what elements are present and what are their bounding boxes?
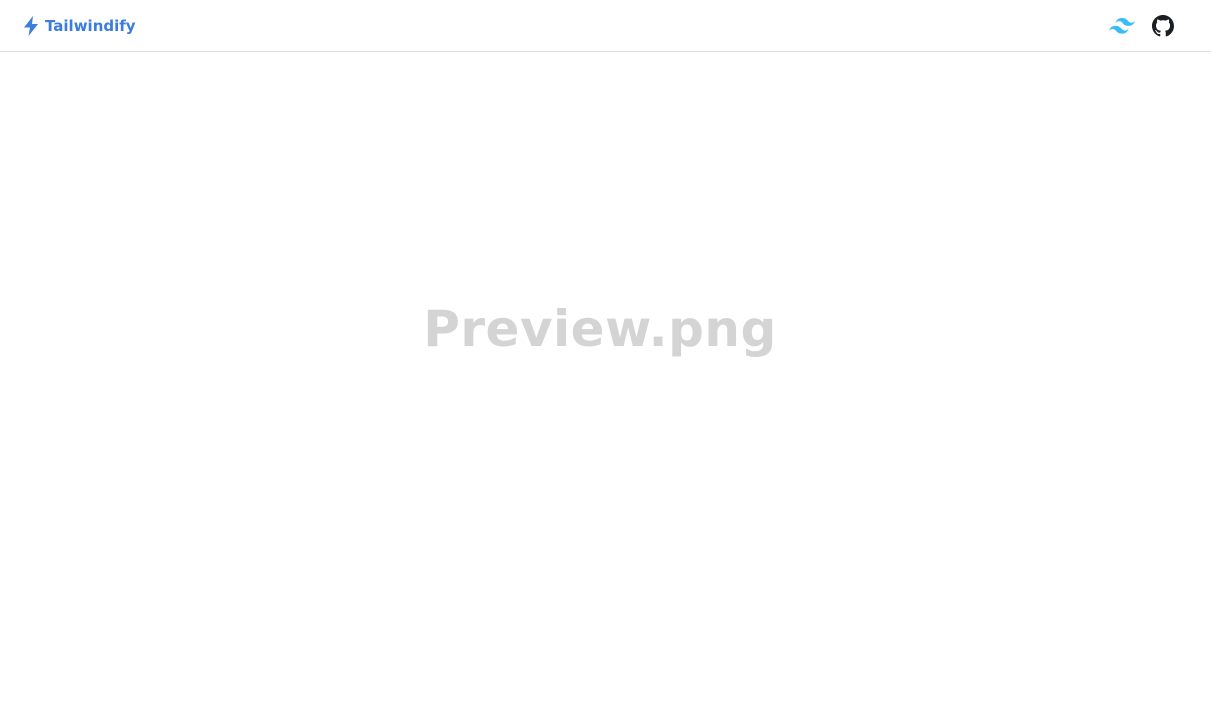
header-icon-links (1109, 13, 1175, 39)
preview-area: Preview.png (0, 53, 1211, 701)
tailwind-link[interactable] (1109, 13, 1135, 39)
brand-link[interactable]: Tailwindify (22, 14, 136, 38)
tailwind-logo-icon (1109, 18, 1135, 34)
brand-label: Tailwindify (45, 17, 136, 35)
top-navbar: Tailwindify (0, 0, 1211, 52)
github-link[interactable] (1151, 14, 1175, 38)
preview-placeholder-text: Preview.png (423, 300, 777, 358)
lightning-bolt-icon (22, 16, 40, 36)
github-icon (1152, 15, 1174, 37)
